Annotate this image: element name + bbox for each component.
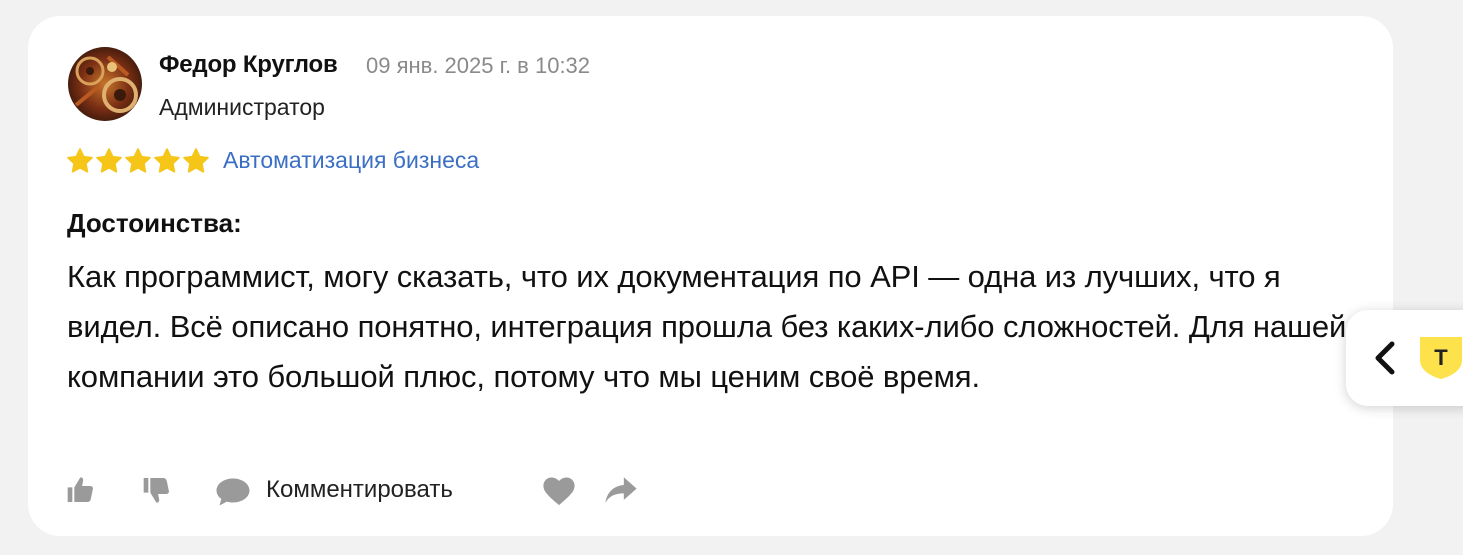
thumb-up-icon[interactable] — [64, 474, 98, 506]
review-text: Как программист, могу сказать, что их до… — [67, 259, 1347, 394]
star-icon — [125, 148, 151, 173]
star-icon — [183, 148, 209, 173]
star-icon — [96, 148, 122, 173]
t-badge-icon[interactable]: T — [1418, 334, 1463, 380]
review-card: Федор Круглов 09 янв. 2025 г. в 10:32 Ад… — [28, 16, 1393, 536]
t-badge-letter: T — [1434, 345, 1448, 370]
category-link[interactable]: Автоматизация бизнеса — [223, 147, 479, 174]
rating-stars — [66, 147, 210, 175]
pros-heading: Достоинства: — [67, 208, 242, 238]
star-icon — [67, 148, 93, 173]
author-name[interactable]: Федор Круглов — [159, 51, 338, 79]
review-date: 09 янв. 2025 г. в 10:32 — [366, 53, 591, 78]
comment-button[interactable]: Комментировать — [266, 476, 453, 504]
author-avatar[interactable] — [68, 47, 142, 121]
star-icon — [154, 148, 180, 173]
comment-icon[interactable] — [215, 477, 251, 507]
avatar-photo — [68, 47, 142, 121]
author-role: Администратор — [159, 94, 325, 120]
share-icon[interactable] — [604, 475, 638, 505]
heart-icon[interactable] — [542, 476, 576, 506]
side-widget-tab[interactable]: T — [1346, 310, 1463, 406]
thumb-down-icon[interactable] — [140, 474, 174, 506]
chevron-left-icon[interactable] — [1372, 340, 1398, 376]
